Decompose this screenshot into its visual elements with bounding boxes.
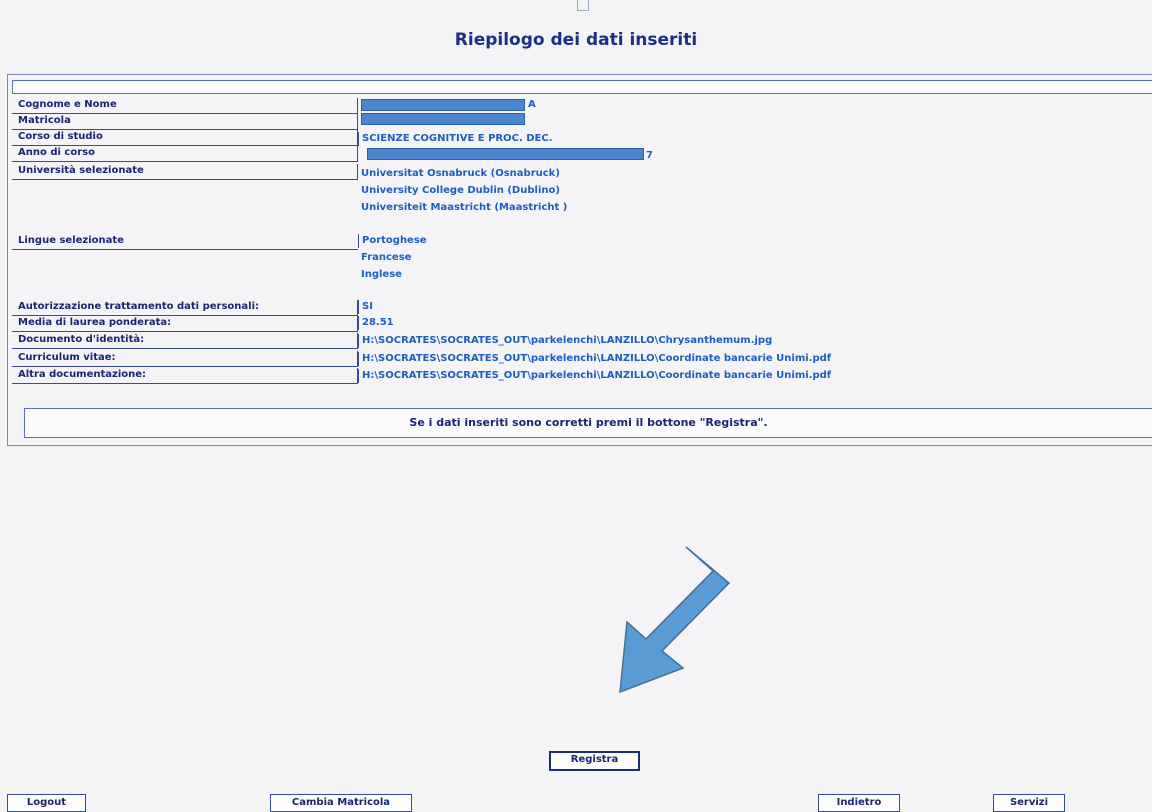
value-lingua-2: Francese — [361, 252, 412, 263]
label-corso: Corso di studio — [12, 130, 358, 146]
value-universita-2: University College Dublin (Dublino) — [361, 185, 560, 196]
value-corso: SCIENZE COGNITIVE E PROC. DEC. — [358, 132, 553, 146]
value-anno: 7 — [646, 150, 653, 161]
servizi-button[interactable]: Servizi — [993, 794, 1065, 812]
indietro-button[interactable]: Indietro — [818, 794, 900, 812]
value-curriculum: H:\SOCRATES\SOCRATES_OUT\parkelenchi\LAN… — [358, 352, 831, 366]
confirmation-notice: Se i dati inseriti sono corretti premi i… — [24, 408, 1152, 438]
label-curriculum: Curriculum vitae: — [12, 351, 358, 367]
label-documento: Documento d'identità: — [12, 333, 358, 349]
top-tab-marker — [577, 0, 589, 11]
redacted-anno — [367, 148, 644, 160]
value-lingua-3: Inglese — [361, 269, 402, 280]
value-cognome-nome: A — [528, 99, 536, 110]
value-lingua-1: Portoghese — [358, 234, 427, 248]
label-lingue: Lingue selezionate — [12, 234, 358, 250]
redacted-name — [361, 99, 525, 111]
value-documento: H:\SOCRATES\SOCRATES_OUT\parkelenchi\LAN… — [358, 334, 772, 348]
label-altra: Altra documentazione: — [12, 368, 358, 384]
arrow-down-left-icon — [619, 546, 731, 694]
page-title: Riepilogo dei dati inseriti — [454, 30, 698, 50]
value-universita-3: Universiteit Maastricht (Maastricht ) — [361, 202, 568, 213]
redacted-matricola — [361, 113, 525, 125]
label-matricola: Matricola — [12, 114, 358, 130]
registra-button[interactable]: Registra — [549, 751, 640, 771]
logout-button[interactable]: Logout — [7, 794, 86, 812]
label-media: Media di laurea ponderata: — [12, 316, 358, 332]
value-universita-1: Universitat Osnabruck (Osnabruck) — [361, 168, 560, 179]
value-autorizzazione: SI — [358, 300, 373, 314]
summary-header-strip — [12, 80, 1152, 94]
value-media: 28.51 — [358, 316, 394, 330]
label-anno: Anno di corso — [12, 146, 358, 162]
label-universita: Università selezionate — [12, 164, 358, 180]
cambia-matricola-button[interactable]: Cambia Matricola — [270, 794, 412, 812]
value-altra: H:\SOCRATES\SOCRATES_OUT\parkelenchi\LAN… — [358, 369, 831, 383]
label-cognome-nome: Cognome e Nome — [12, 98, 358, 114]
label-autorizzazione: Autorizzazione trattamento dati personal… — [12, 300, 358, 316]
